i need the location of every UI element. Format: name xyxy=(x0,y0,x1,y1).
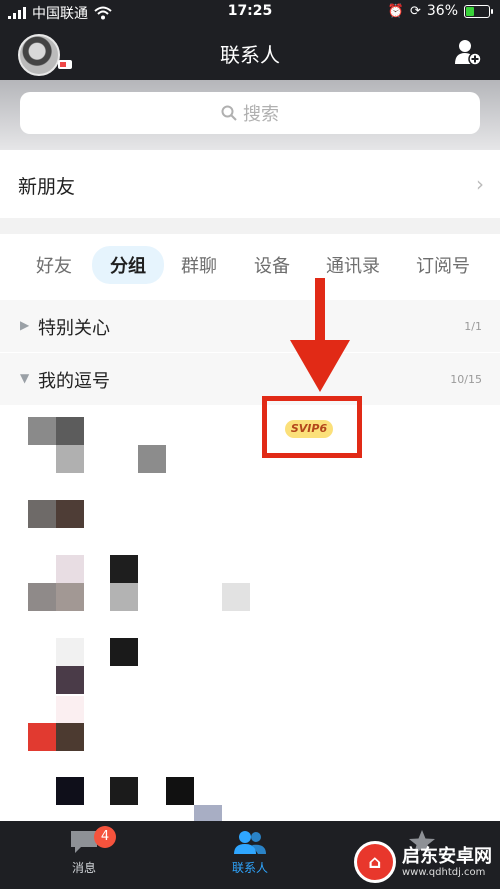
group-name: 我的逗号 xyxy=(38,371,110,392)
tab-contacts[interactable]: 联系人 xyxy=(210,829,290,876)
annotation-arrow-head xyxy=(290,340,350,392)
tab-groups[interactable]: 分组 xyxy=(92,246,164,284)
watermark: ⌂ 启东安卓网 www.qdhtdj.com xyxy=(354,841,492,883)
new-friends-label: 新朋友 xyxy=(18,176,76,198)
tab-contacts-label: 联系人 xyxy=(231,861,268,875)
avatar[interactable] xyxy=(28,417,56,445)
avatar xyxy=(56,723,84,751)
group-count: 1/1 xyxy=(464,320,482,333)
search-icon xyxy=(221,105,237,121)
avatar[interactable] xyxy=(28,500,56,528)
list-item xyxy=(222,583,250,611)
caret-down-icon: ▼ xyxy=(20,371,30,385)
contact-list xyxy=(0,405,500,821)
tab-friends[interactable]: 好友 xyxy=(36,252,72,278)
list-item xyxy=(110,638,138,666)
list-item xyxy=(110,777,138,805)
caret-right-icon: ▶ xyxy=(20,318,30,332)
tab-group-chats[interactable]: 群聊 xyxy=(181,252,217,278)
section-divider xyxy=(0,218,500,234)
watermark-text: 启东安卓网 www.qdhtdj.com xyxy=(402,845,492,878)
avatar xyxy=(56,555,84,583)
list-item xyxy=(138,445,166,473)
avatar xyxy=(56,500,84,528)
list-item xyxy=(166,777,194,805)
list-item xyxy=(194,805,222,821)
nav-bar: 联系人 xyxy=(0,24,500,80)
avatar xyxy=(56,445,84,473)
avatar xyxy=(56,696,84,724)
avatar[interactable] xyxy=(28,723,56,751)
search-placeholder: 搜索 xyxy=(243,104,279,125)
chevron-right-icon: › xyxy=(476,172,484,196)
list-item xyxy=(110,555,138,583)
tab-devices[interactable]: 设备 xyxy=(254,252,290,278)
tab-messages-label: 消息 xyxy=(71,861,96,875)
rotation-lock-icon: ⟳ xyxy=(409,3,421,19)
page-title: 联系人 xyxy=(220,43,280,67)
tab-address-book[interactable]: 通讯录 xyxy=(326,252,380,278)
battery-label: 36% xyxy=(426,3,458,19)
group-header-mine[interactable]: ▼ 我的逗号 10/15 xyxy=(0,353,500,405)
watermark-url: www.qdhtdj.com xyxy=(402,866,486,878)
group-name: 特别关心 xyxy=(38,318,110,339)
status-right: ⏰ ⟳ 36% xyxy=(387,3,493,19)
search-area: 搜索 xyxy=(0,80,500,150)
contacts-icon xyxy=(234,831,266,854)
avatar[interactable] xyxy=(28,583,56,611)
contact-tabs: 好友 分组 群聊 设备 通讯录 订阅号 xyxy=(0,234,500,300)
avatar xyxy=(56,417,84,445)
avatar xyxy=(56,777,84,805)
tab-subscriptions[interactable]: 订阅号 xyxy=(416,252,470,278)
list-item xyxy=(110,583,138,611)
annotation-arrow-icon xyxy=(315,278,325,346)
group-header-special[interactable]: ▶ 特别关心 1/1 xyxy=(0,300,500,352)
unread-count-badge: 4 xyxy=(94,826,116,848)
battery-icon xyxy=(464,4,493,18)
add-friend-icon[interactable] xyxy=(454,38,482,66)
watermark-title: 启东安卓网 xyxy=(402,845,492,867)
avatar[interactable] xyxy=(56,666,84,694)
search-input[interactable]: 搜索 xyxy=(20,92,480,134)
group-count: 10/15 xyxy=(450,373,482,386)
annotation-highlight-box xyxy=(262,396,362,458)
status-bar: 中国联通 17:25 ⏰ ⟳ 36% xyxy=(0,0,500,24)
new-friends-row[interactable]: 新朋友 › xyxy=(0,150,500,218)
alarm-icon: ⏰ xyxy=(387,3,404,19)
watermark-logo-icon: ⌂ xyxy=(354,841,396,883)
avatar xyxy=(56,583,84,611)
avatar xyxy=(56,638,84,666)
